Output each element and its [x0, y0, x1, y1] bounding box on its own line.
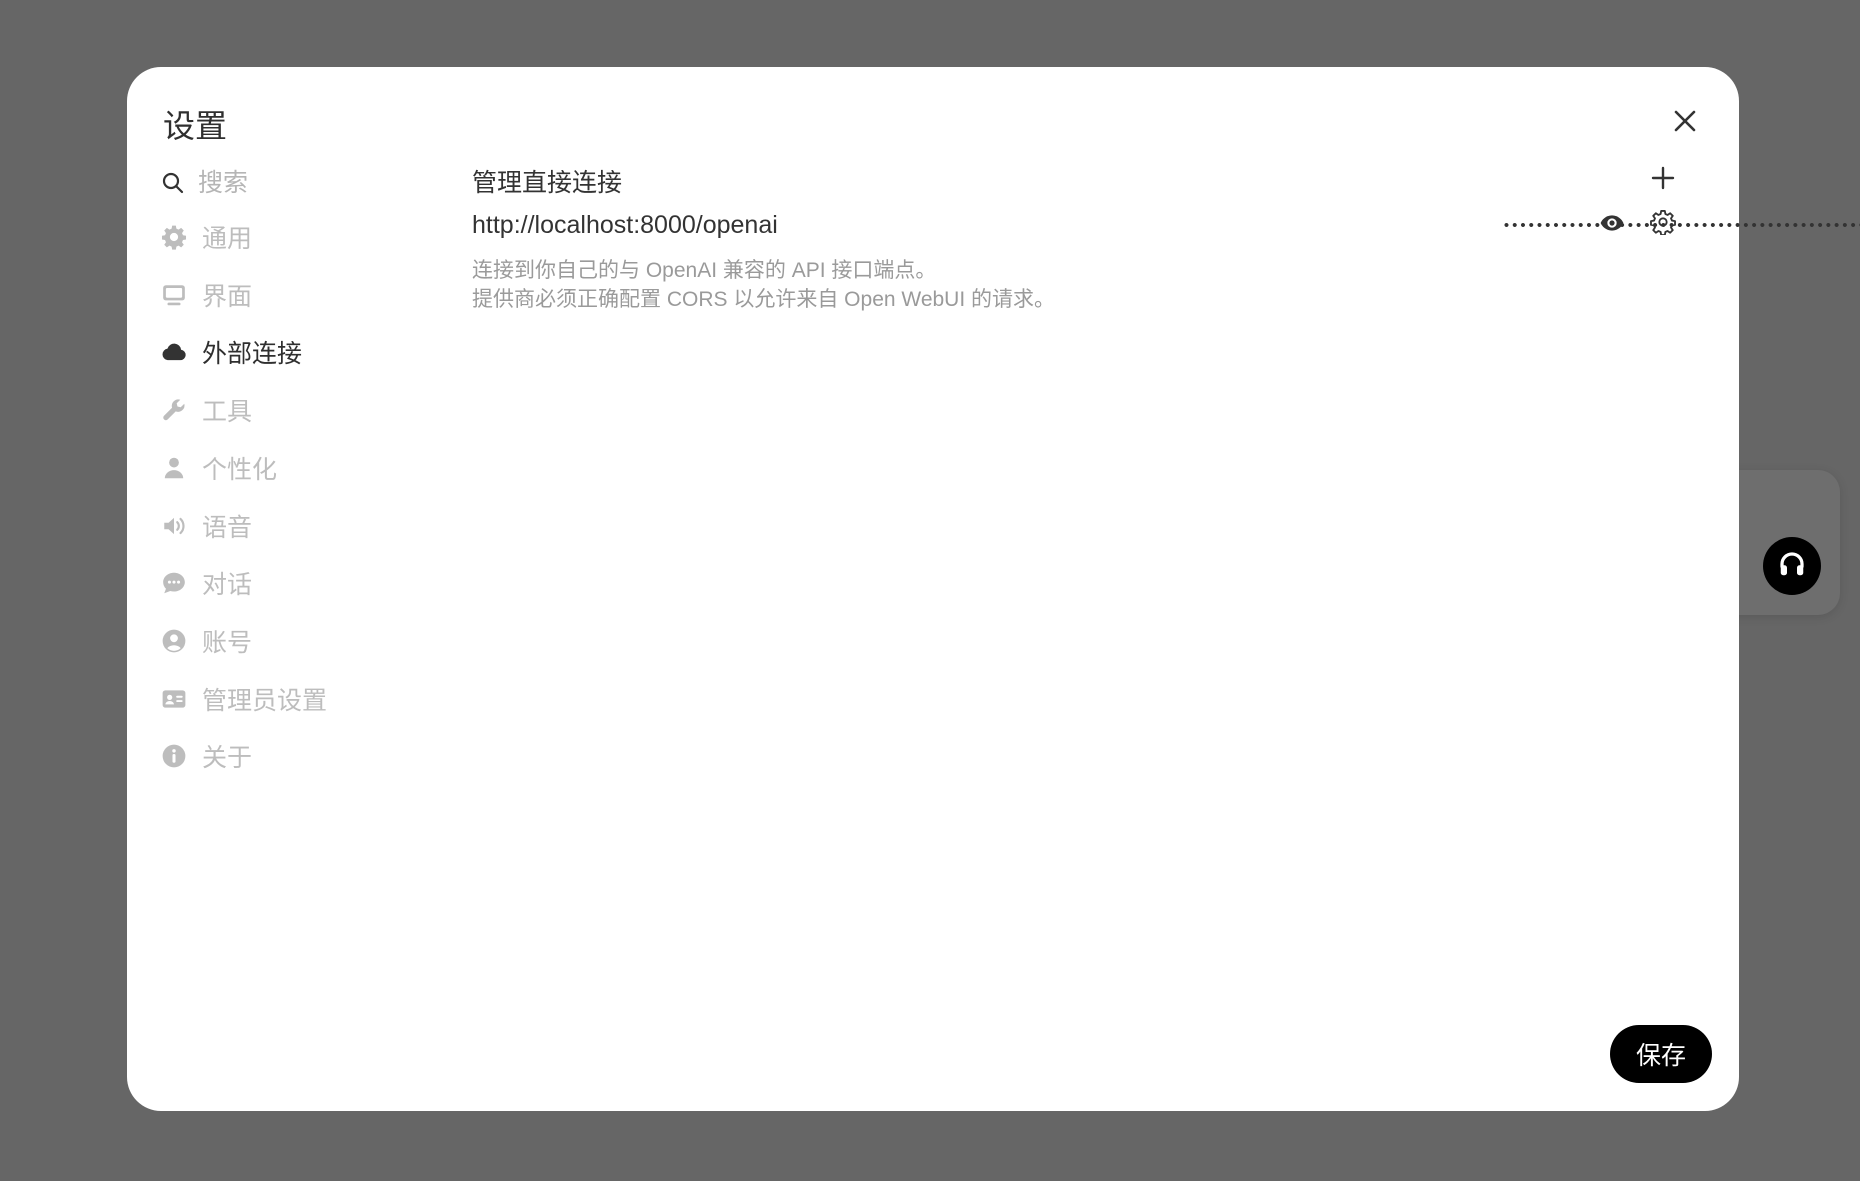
- help-text: 连接到你自己的与 OpenAI 兼容的 API 接口端点。 提供商必须正确配置 …: [472, 256, 1055, 314]
- sidebar-item-tools[interactable]: 工具: [160, 390, 460, 430]
- close-button[interactable]: [1667, 105, 1703, 141]
- user-circle-icon: [160, 627, 188, 655]
- close-icon: [1673, 109, 1697, 138]
- sidebar-item-interface[interactable]: 界面: [160, 275, 460, 315]
- info-icon: [160, 742, 188, 770]
- settings-modal: 设置 通用: [127, 67, 1860, 1111]
- sidebar-item-about[interactable]: 关于: [160, 736, 460, 776]
- sidebar-item-personalization[interactable]: 个性化: [160, 448, 460, 488]
- sidebar-item-label: 界面: [202, 283, 253, 311]
- sidebar-item-label: 账号: [202, 629, 253, 657]
- sidebar-item-label: 对话: [202, 571, 253, 599]
- wrench-icon: [160, 396, 188, 424]
- sidebar-item-general[interactable]: 通用: [160, 217, 460, 257]
- sidebar-item-label: 语音: [202, 514, 253, 542]
- help-text-line: 连接到你自己的与 OpenAI 兼容的 API 接口端点。: [472, 259, 937, 282]
- sidebar-item-label: 关于: [202, 744, 253, 772]
- connection-url-input[interactable]: [472, 205, 1032, 245]
- plus-icon: [1651, 166, 1675, 195]
- search-icon: [160, 170, 186, 196]
- help-text-line: 提供商必须正确配置 CORS 以允许来自 Open WebUI 的请求。: [472, 288, 1056, 311]
- gear-icon: [160, 223, 188, 251]
- sidebar-item-external-connections[interactable]: 外部连接: [160, 332, 460, 372]
- id-card-icon: [160, 685, 188, 713]
- sidebar-item-admin-settings[interactable]: 管理员设置: [160, 679, 460, 719]
- connection-settings-button[interactable]: [1646, 207, 1680, 241]
- sidebar-item-voice[interactable]: 语音: [160, 506, 460, 546]
- sidebar-search: [160, 163, 450, 203]
- eye-icon: [1599, 210, 1625, 241]
- monitor-icon: [160, 281, 188, 309]
- save-button[interactable]: 保存: [1610, 1025, 1712, 1083]
- user-icon: [160, 454, 188, 482]
- api-key-input[interactable]: ••••••••••••••••••••••••••••••••••••••••…: [1397, 205, 1860, 245]
- sidebar-item-label: 个性化: [202, 456, 278, 484]
- modal-title: 设置: [163, 108, 228, 144]
- search-input[interactable]: [198, 168, 398, 198]
- sidebar-item-chats[interactable]: 对话: [160, 563, 460, 603]
- headphones-icon: [1777, 549, 1807, 584]
- sidebar-item-label: 外部连接: [202, 340, 303, 368]
- cloud-icon: [160, 338, 188, 366]
- sidebar-item-label: 工具: [202, 398, 253, 426]
- section-title: 管理直接连接: [472, 169, 623, 197]
- sidebar-item-label: 通用: [202, 225, 253, 253]
- voice-call-button[interactable]: [1763, 537, 1821, 595]
- chat-bubble-icon: [160, 569, 188, 597]
- sidebar-item-label: 管理员设置: [202, 687, 328, 715]
- gear-icon: [1650, 209, 1676, 240]
- add-connection-button[interactable]: [1646, 163, 1680, 197]
- speaker-icon: [160, 512, 188, 540]
- sidebar-item-account[interactable]: 账号: [160, 621, 460, 661]
- show-key-button[interactable]: [1596, 209, 1628, 241]
